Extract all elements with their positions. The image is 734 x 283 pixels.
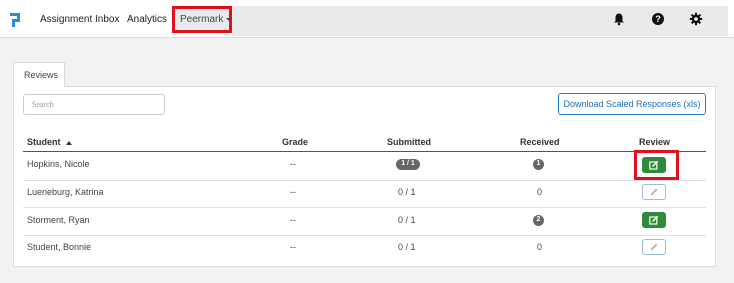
table-row-grade: -- — [290, 242, 296, 252]
table-header-divider — [23, 151, 706, 152]
column-header-student[interactable]: Student — [27, 137, 72, 147]
help-icon[interactable]: ? — [651, 12, 665, 26]
received-badge[interactable]: 1 — [533, 159, 544, 170]
submitted-badge[interactable]: 1 / 1 — [396, 159, 420, 170]
table-row-grade: -- — [290, 215, 296, 225]
column-header-student-label: Student — [27, 137, 61, 147]
table-row-divider — [23, 180, 706, 181]
gear-icon[interactable] — [689, 12, 703, 26]
table-row-received: 0 — [537, 187, 543, 197]
svg-text:?: ? — [655, 14, 661, 24]
search-input[interactable]: Search — [23, 94, 165, 115]
pencil-icon — [650, 188, 658, 196]
column-header-grade[interactable]: Grade — [282, 137, 308, 147]
sort-ascending-icon — [65, 140, 72, 145]
nav-analytics[interactable]: Analytics — [127, 14, 167, 25]
nav-assignment-inbox[interactable]: Assignment Inbox — [40, 14, 120, 25]
pencil-icon — [650, 243, 658, 251]
table-row-divider — [23, 235, 706, 236]
review-highlight-box — [634, 150, 679, 180]
bell-icon[interactable] — [612, 12, 626, 26]
table-row-submitted: 0 / 1 — [398, 242, 416, 252]
table-row-submitted: 0 / 1 — [398, 215, 416, 225]
turnitin-logo-icon[interactable] — [8, 11, 22, 29]
received-badge[interactable]: 2 — [533, 215, 544, 226]
tab-reviews[interactable]: Reviews — [13, 62, 65, 87]
download-scaled-responses-button[interactable]: Download Scaled Responses (xls) — [558, 93, 706, 115]
review-edit-button[interactable] — [642, 212, 666, 228]
nav-peermark-dropdown[interactable]: Peermark — [180, 14, 233, 25]
edit-icon — [649, 215, 659, 225]
column-header-review: Review — [639, 137, 671, 147]
chevron-down-icon — [226, 17, 233, 21]
table-row-student: Student, Bonnie — [27, 242, 92, 252]
table-row-student: Hopkins, Nicole — [27, 159, 90, 169]
table-row-received: 0 — [537, 242, 543, 252]
table-row-student: Lueneburg, Katrina — [27, 187, 104, 197]
column-header-submitted[interactable]: Submitted — [387, 137, 431, 147]
table-row-submitted: 0 / 1 — [398, 187, 416, 197]
table-row-grade: -- — [290, 159, 296, 169]
review-edit-button-disabled[interactable] — [642, 239, 666, 255]
table-row-student: Storment, Ryan — [27, 215, 90, 225]
table-row-grade: -- — [290, 187, 296, 197]
nav-peermark-label: Peermark — [180, 14, 224, 25]
column-header-received[interactable]: Received — [520, 137, 560, 147]
review-edit-button-disabled[interactable] — [642, 184, 666, 200]
table-row-divider — [23, 207, 706, 208]
